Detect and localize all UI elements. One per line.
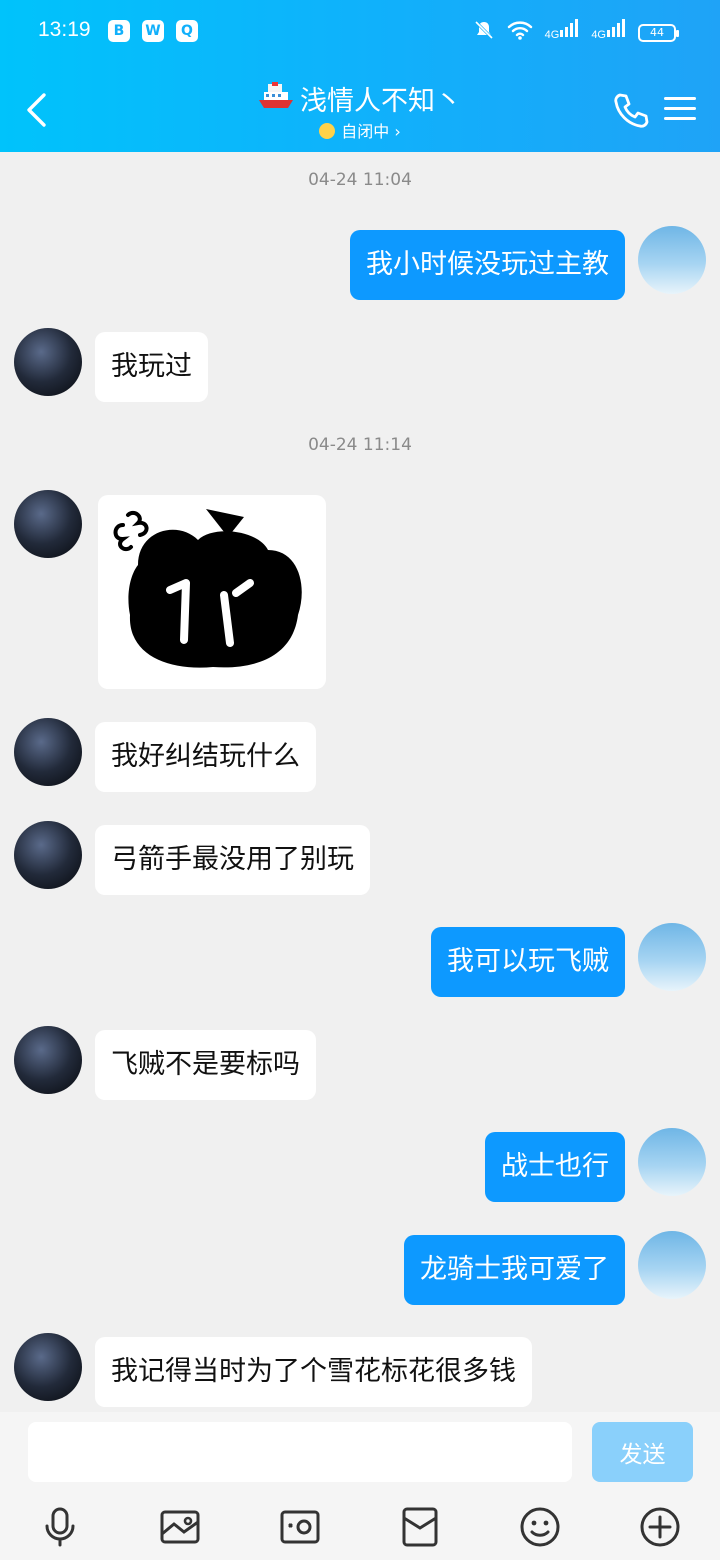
- contact-name: 浅情人不知丶: [300, 86, 462, 117]
- camera-button[interactable]: [277, 1504, 323, 1550]
- notification-icons: B W Q: [108, 20, 198, 42]
- emoji-button[interactable]: [517, 1504, 563, 1550]
- avatar[interactable]: [638, 1231, 706, 1299]
- status-sun-icon: [319, 123, 336, 139]
- chat-header: 13:19 B W Q 4G 4G 44 浅情人不知丶 自闭中 ›: [0, 0, 720, 152]
- album-button[interactable]: [157, 1504, 203, 1550]
- mute-icon: [473, 19, 495, 47]
- microphone-icon: [45, 1507, 75, 1547]
- message-bubble[interactable]: 我玩过: [95, 332, 208, 402]
- avatar[interactable]: [14, 718, 82, 786]
- system-icons: 4G 4G 44: [473, 18, 679, 47]
- battery-icon: 44: [638, 23, 679, 42]
- message-bubble[interactable]: 我记得当时为了个雪花标花很多钱: [95, 1337, 532, 1407]
- menu-button[interactable]: [662, 92, 698, 128]
- red-packet-icon: [402, 1507, 438, 1547]
- message-bubble[interactable]: 龙骑士我可爱了: [404, 1235, 625, 1305]
- avatar[interactable]: [14, 1333, 82, 1401]
- input-bar: 发送: [0, 1412, 720, 1560]
- avatar[interactable]: [14, 1026, 82, 1094]
- sticker-image[interactable]: [98, 495, 326, 689]
- qq-notification-icon: Q: [176, 20, 198, 42]
- message-bubble[interactable]: 战士也行: [485, 1132, 625, 1202]
- wifi-icon: [507, 19, 533, 47]
- avatar[interactable]: [14, 490, 82, 558]
- menu-icon: [664, 97, 696, 100]
- timestamp: 04-24 11:14: [308, 435, 412, 455]
- app-notification-icon: B: [108, 20, 130, 42]
- back-button[interactable]: [16, 84, 56, 136]
- status-bar: 13:19 B W Q 4G 4G 44: [0, 0, 720, 64]
- avatar[interactable]: [638, 1128, 706, 1196]
- message-bubble[interactable]: 我小时候没玩过主教: [350, 230, 625, 300]
- timestamp: 04-24 11:04: [308, 170, 412, 190]
- contact-status: 自闭中 ›: [160, 121, 560, 143]
- voice-button[interactable]: [37, 1504, 83, 1550]
- image-icon: [160, 1510, 200, 1544]
- plus-icon: [640, 1507, 680, 1547]
- more-button[interactable]: [637, 1504, 683, 1550]
- wechat-notification-icon: W: [142, 20, 164, 42]
- message-bubble[interactable]: 飞贼不是要标吗: [95, 1030, 316, 1100]
- status-text: 自闭中: [341, 122, 390, 141]
- avatar[interactable]: [14, 328, 82, 396]
- avatar[interactable]: [14, 821, 82, 889]
- send-button[interactable]: 发送: [592, 1422, 693, 1482]
- message-bubble[interactable]: 我好纠结玩什么: [95, 722, 316, 792]
- avatar[interactable]: [638, 226, 706, 294]
- phone-icon: [614, 93, 649, 128]
- message-bubble[interactable]: 弓箭手最没用了别玩: [95, 825, 370, 895]
- status-time: 13:19: [38, 18, 91, 41]
- page-title: 浅情人不知丶: [160, 82, 560, 119]
- signal-icon: 4G: [591, 18, 626, 47]
- red-packet-button[interactable]: [397, 1504, 443, 1550]
- camera-icon: [280, 1510, 320, 1544]
- message-input[interactable]: [28, 1422, 572, 1482]
- message-bubble[interactable]: 我可以玩飞贼: [431, 927, 625, 997]
- call-button[interactable]: [610, 90, 652, 132]
- emoji-icon: [520, 1507, 560, 1547]
- signal-icon: 4G: [545, 18, 580, 47]
- chat-title-area[interactable]: 浅情人不知丶 自闭中 ›: [160, 82, 560, 143]
- avatar[interactable]: [638, 923, 706, 991]
- ship-emoji-icon: [258, 82, 294, 119]
- chevron-left-icon: [27, 93, 46, 127]
- input-toolbar: [0, 1504, 720, 1550]
